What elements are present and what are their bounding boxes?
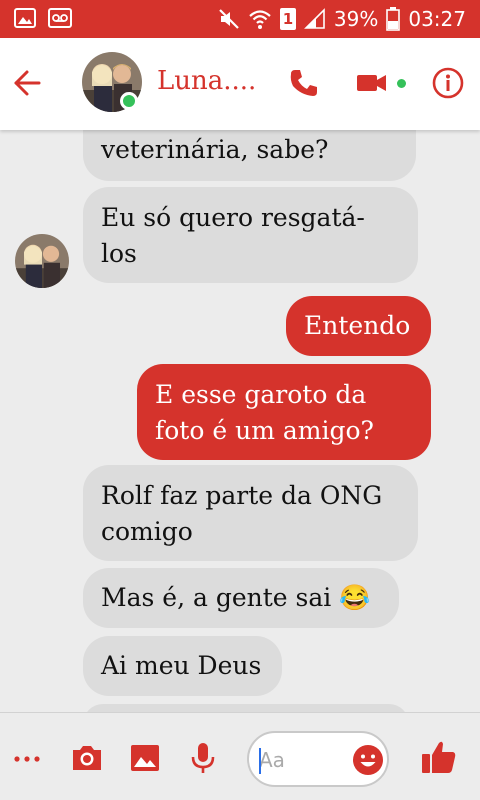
phone-icon[interactable] xyxy=(287,66,321,100)
conversation-header: Luna.... xyxy=(0,38,480,130)
microphone-icon[interactable] xyxy=(186,741,220,775)
signal-icon xyxy=(303,8,325,29)
contact-name[interactable]: Luna.... xyxy=(157,66,256,96)
back-arrow-icon[interactable] xyxy=(12,68,42,98)
text-cursor xyxy=(259,748,261,774)
voicemail-icon xyxy=(48,8,72,28)
message-bubble-sent[interactable]: E esse garoto da foto é um amigo? xyxy=(137,364,431,460)
emoji-icon[interactable] xyxy=(352,744,384,776)
gallery-icon[interactable] xyxy=(128,741,162,775)
camera-icon[interactable] xyxy=(70,741,104,775)
sender-avatar[interactable] xyxy=(15,234,69,288)
thumbs-up-icon[interactable] xyxy=(420,738,458,776)
image-icon xyxy=(14,8,36,28)
message-input-container[interactable] xyxy=(247,731,389,787)
online-indicator xyxy=(120,92,138,110)
battery-percent: 39% xyxy=(333,7,379,31)
battery-icon xyxy=(386,7,401,31)
sim-slot-badge: 1 xyxy=(279,8,296,30)
message-bubble-received[interactable]: Rolf faz parte da ONG comigo xyxy=(83,465,418,561)
video-camera-icon[interactable] xyxy=(355,66,389,100)
message-input[interactable] xyxy=(259,745,349,775)
status-bar: 1 39% 03:27 xyxy=(0,0,480,38)
video-available-dot xyxy=(397,79,406,88)
more-icon[interactable] xyxy=(10,741,44,775)
info-icon[interactable] xyxy=(431,66,465,100)
clock: 03:27 xyxy=(408,7,466,31)
wifi-icon xyxy=(249,10,271,29)
composer-bar xyxy=(0,712,480,800)
message-bubble-sent[interactable]: Entendo xyxy=(286,296,431,356)
message-bubble-received[interactable]: Eu só quero resgatá- los xyxy=(83,187,418,283)
mute-icon xyxy=(219,9,239,29)
message-bubble-received[interactable]: Ai meu Deus xyxy=(83,636,282,696)
message-bubble-received[interactable]: Mas é, a gente sai 😂 xyxy=(83,568,399,628)
